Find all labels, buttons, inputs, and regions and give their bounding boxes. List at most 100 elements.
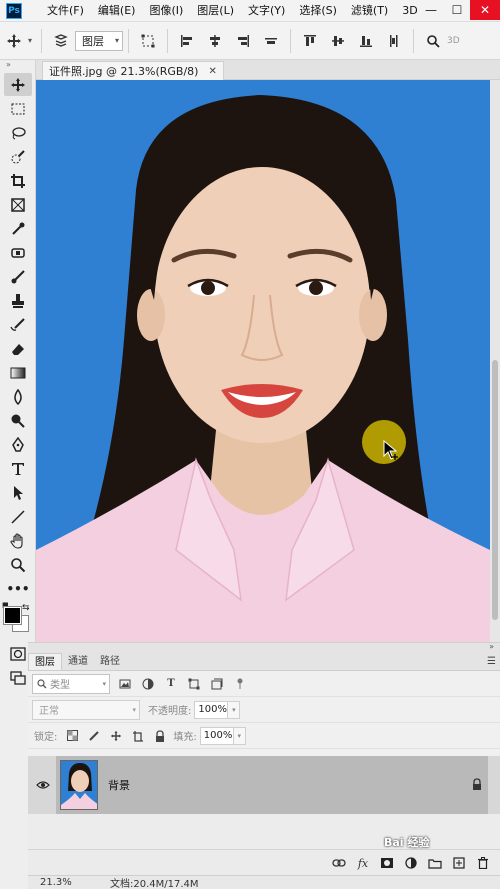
close-icon[interactable]: ✕ bbox=[208, 66, 216, 77]
tab-channels[interactable]: 通道 bbox=[62, 653, 94, 670]
panel-menu-icon[interactable]: ☰ bbox=[487, 656, 496, 667]
align-top-icon[interactable] bbox=[300, 31, 320, 51]
layer-name[interactable]: 背景 bbox=[108, 777, 130, 793]
blur-tool-icon[interactable] bbox=[4, 385, 32, 408]
more-tools-icon[interactable]: ••• bbox=[4, 577, 32, 600]
adjustment-filter-icon[interactable] bbox=[140, 676, 156, 692]
lock-transparent-icon[interactable] bbox=[65, 729, 79, 743]
pixel-filter-icon[interactable] bbox=[117, 676, 133, 692]
shape-filter-icon[interactable] bbox=[186, 676, 202, 692]
layers-panel-footer: fx bbox=[28, 849, 500, 876]
smart-object-filter-icon[interactable] bbox=[209, 676, 225, 692]
blend-row: 正常 ▾ 不透明度: 100% ▾ bbox=[28, 697, 500, 723]
path-selection-tool-icon[interactable] bbox=[4, 481, 32, 504]
menu-select[interactable]: 选择(S) bbox=[292, 0, 344, 22]
close-button[interactable]: ✕ bbox=[470, 0, 500, 20]
layer-filter-dropdown[interactable]: 类型 ▾ bbox=[32, 673, 110, 694]
3d-mode-label[interactable]: 3D bbox=[447, 36, 460, 46]
new-layer-icon[interactable] bbox=[450, 854, 468, 872]
filter-toggle-icon[interactable] bbox=[232, 676, 248, 692]
lock-all-icon[interactable] bbox=[153, 729, 167, 743]
crop-tool-icon[interactable] bbox=[4, 169, 32, 192]
auto-select-icon[interactable] bbox=[51, 31, 71, 51]
document-tab[interactable]: 证件照.jpg @ 21.3%(RGB/8) ✕ bbox=[42, 61, 224, 80]
folder-icon[interactable] bbox=[426, 854, 444, 872]
transform-controls-icon[interactable] bbox=[138, 31, 158, 51]
frame-tool-icon[interactable] bbox=[4, 193, 32, 216]
healing-brush-tool-icon[interactable] bbox=[4, 241, 32, 264]
dodge-tool-icon[interactable] bbox=[4, 409, 32, 432]
lock-position-icon[interactable] bbox=[109, 729, 123, 743]
fill-label: 填充: bbox=[173, 732, 197, 743]
vertical-scrollbar[interactable] bbox=[490, 80, 500, 642]
hand-tool-icon[interactable] bbox=[4, 529, 32, 552]
search-icon[interactable] bbox=[423, 31, 443, 51]
gradient-tool-icon[interactable] bbox=[4, 361, 32, 384]
panel-tabs: 图层 通道 路径 ☰ bbox=[28, 653, 500, 671]
blend-mode-dropdown[interactable]: 正常 ▾ bbox=[32, 699, 140, 720]
type-tool-icon[interactable] bbox=[4, 457, 32, 480]
marquee-tool-icon[interactable] bbox=[4, 97, 32, 120]
document-canvas[interactable] bbox=[36, 80, 490, 642]
align-middle-icon[interactable] bbox=[328, 31, 348, 51]
align-left-icon[interactable] bbox=[177, 31, 197, 51]
minimize-button[interactable]: — bbox=[418, 0, 444, 20]
mask-icon[interactable] bbox=[378, 854, 396, 872]
fill-input[interactable]: 100% bbox=[199, 726, 234, 745]
type-filter-icon[interactable]: T bbox=[163, 676, 179, 692]
brush-tool-icon[interactable] bbox=[4, 265, 32, 288]
align-center-icon[interactable] bbox=[205, 31, 225, 51]
align-right-icon[interactable] bbox=[233, 31, 253, 51]
adjustment-icon[interactable] bbox=[402, 854, 420, 872]
tab-paths[interactable]: 路径 bbox=[94, 653, 126, 670]
chevron-down-icon[interactable]: ▾ bbox=[228, 700, 241, 719]
clone-stamp-tool-icon[interactable] bbox=[4, 289, 32, 312]
opacity-input[interactable]: 100% bbox=[194, 700, 229, 719]
menu-layer[interactable]: 图层(L) bbox=[190, 0, 241, 22]
color-swatches: ■ ⇆ bbox=[0, 601, 36, 641]
layer-select-label: 图层 bbox=[82, 34, 105, 48]
blend-mode-value: 正常 bbox=[39, 706, 59, 717]
lock-image-icon[interactable] bbox=[87, 729, 101, 743]
lasso-tool-icon[interactable] bbox=[4, 121, 32, 144]
distribute-vertical-icon[interactable] bbox=[384, 31, 404, 51]
chevron-down-icon: ▾ bbox=[115, 36, 120, 45]
layer-row[interactable]: 背景 bbox=[28, 756, 500, 814]
zoom-tool-icon[interactable] bbox=[4, 553, 32, 576]
lock-artboard-icon[interactable] bbox=[131, 729, 145, 743]
eye-icon[interactable] bbox=[36, 778, 50, 792]
move-tool-icon[interactable] bbox=[4, 73, 32, 96]
eraser-tool-icon[interactable] bbox=[4, 337, 32, 360]
foreground-color-swatch[interactable] bbox=[3, 606, 22, 625]
swap-colors-icon[interactable]: ⇆ bbox=[22, 603, 30, 613]
chevron-down-icon[interactable]: ▾ bbox=[233, 726, 246, 745]
layer-lock-icon[interactable] bbox=[472, 778, 482, 793]
menu-filter[interactable]: 滤镜(T) bbox=[344, 0, 395, 22]
collapse-icon[interactable]: » bbox=[0, 60, 35, 72]
trash-icon[interactable] bbox=[474, 854, 492, 872]
maximize-button[interactable]: ☐ bbox=[444, 0, 470, 20]
fx-icon[interactable]: fx bbox=[354, 854, 372, 872]
chevron-down-icon[interactable]: ▾ bbox=[28, 36, 32, 45]
auto-select-dropdown[interactable]: 图层 ▾ bbox=[75, 30, 124, 51]
menu-type[interactable]: 文字(Y) bbox=[241, 0, 292, 22]
pen-tool-icon[interactable] bbox=[4, 433, 32, 456]
layer-thumbnail bbox=[60, 760, 98, 810]
link-icon[interactable] bbox=[330, 854, 348, 872]
tab-layers[interactable]: 图层 bbox=[28, 653, 62, 670]
menu-file[interactable]: 文件(F) bbox=[40, 0, 91, 22]
align-bottom-icon[interactable] bbox=[356, 31, 376, 51]
zoom-level[interactable]: 21.3% bbox=[40, 877, 100, 888]
menu-edit[interactable]: 编辑(E) bbox=[91, 0, 143, 22]
distribute-icon[interactable] bbox=[261, 31, 281, 51]
document-size[interactable]: 文档:20.4M/17.4M bbox=[110, 875, 199, 889]
line-tool-icon[interactable] bbox=[4, 505, 32, 528]
scrollbar-thumb[interactable] bbox=[492, 360, 498, 620]
filter-label: 类型 bbox=[50, 680, 70, 691]
menu-image[interactable]: 图像(I) bbox=[142, 0, 190, 22]
eyedropper-tool-icon[interactable] bbox=[4, 217, 32, 240]
move-tool-icon[interactable] bbox=[4, 31, 24, 51]
collapse-icon[interactable]: » bbox=[489, 642, 494, 651]
quick-select-tool-icon[interactable] bbox=[4, 145, 32, 168]
history-brush-tool-icon[interactable] bbox=[4, 313, 32, 336]
